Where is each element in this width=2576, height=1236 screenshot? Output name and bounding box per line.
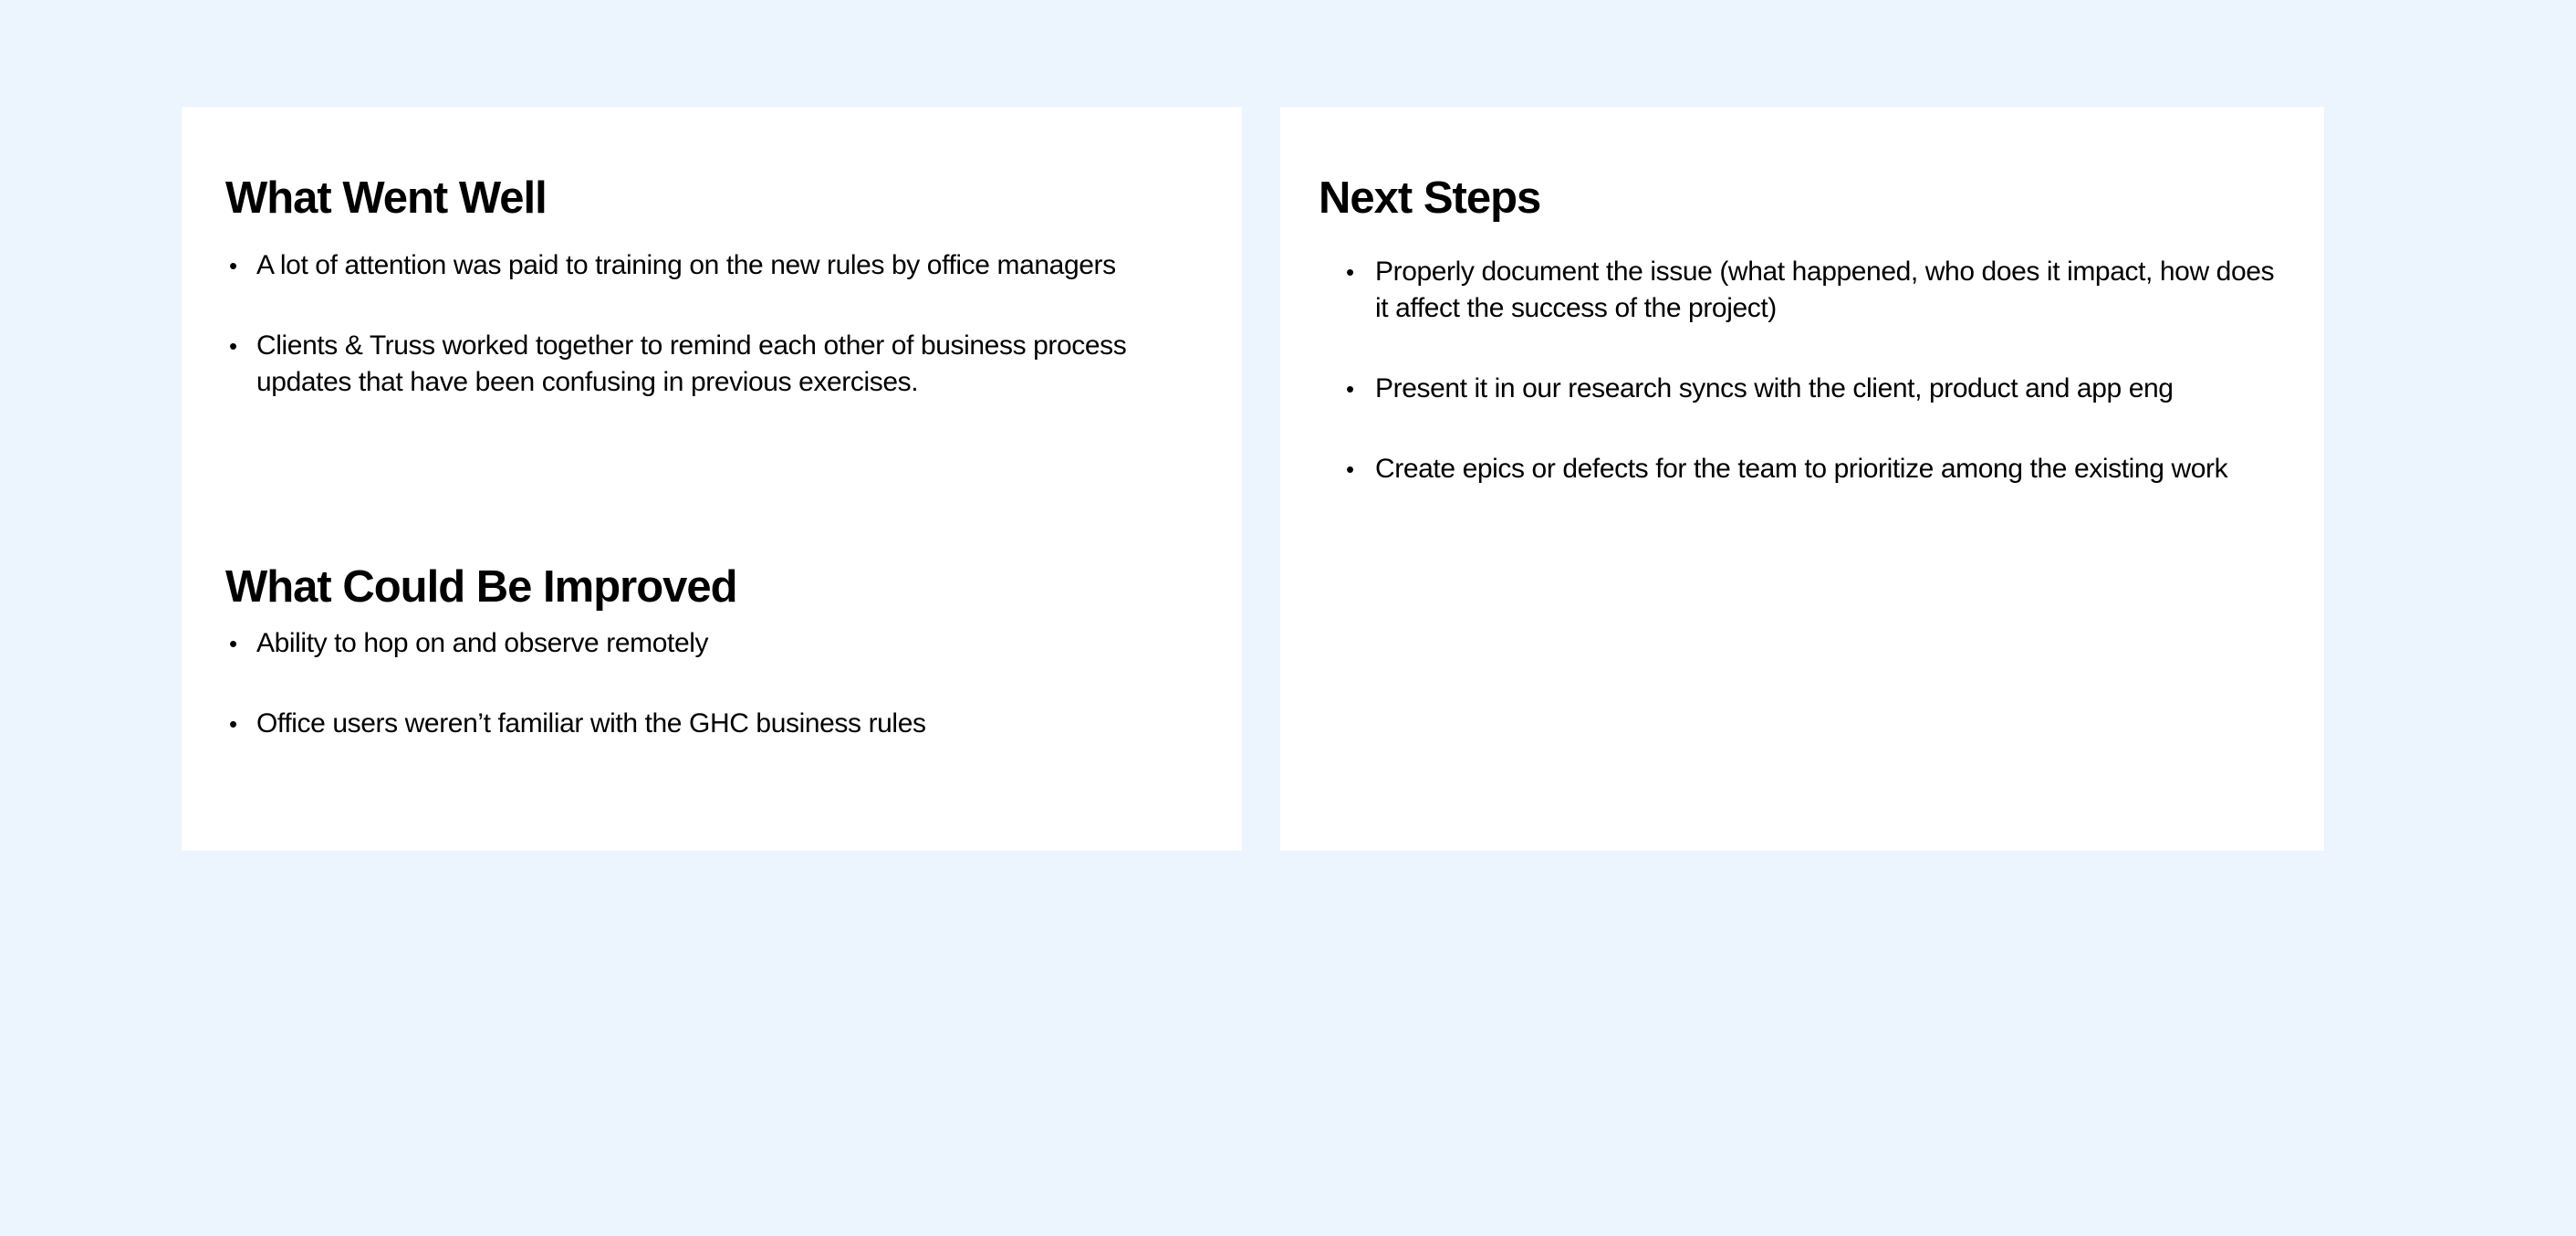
what-went-well-list: • A lot of attention was paid to training…	[225, 247, 1211, 401]
list-item-text: A lot of attention was paid to training …	[256, 250, 1116, 280]
next-steps-section: Next Steps • Properly document the issue …	[1319, 169, 2286, 487]
bullet-icon: •	[1346, 258, 1354, 286]
what-could-be-improved-list: • Ability to hop on and observe remotely …	[225, 625, 1211, 742]
what-could-be-improved-heading: What Could Be Improved	[225, 562, 738, 612]
bullet-icon: •	[1346, 456, 1354, 483]
list-item-text: Office users weren’t familiar with the G…	[256, 708, 926, 738]
next-steps-heading: Next Steps	[1319, 173, 1541, 223]
list-item-text: Create epics or defects for the team to …	[1375, 454, 2228, 484]
list-item: • Ability to hop on and observe remotely	[225, 625, 1211, 662]
list-item-text: Present it in our research syncs with th…	[1375, 373, 2174, 403]
list-item-text: Ability to hop on and observe remotely	[256, 628, 709, 658]
what-went-well-section: What Went Well • A lot of attention was p…	[225, 169, 1211, 401]
bullet-icon: •	[229, 630, 237, 657]
bullet-icon: •	[1346, 375, 1354, 403]
list-item: • Properly document the issue (what happe…	[1319, 254, 2286, 327]
what-could-be-improved-section: What Could Be Improved • Ability to hop o…	[225, 558, 1211, 742]
list-item: • Clients & Truss worked together to remi…	[225, 328, 1211, 401]
list-item: • A lot of attention was paid to training…	[225, 247, 1211, 284]
list-item-text: Clients & Truss worked together to remin…	[256, 330, 1127, 397]
next-steps-list: • Properly document the issue (what happe…	[1319, 254, 2286, 487]
bullet-icon: •	[229, 710, 237, 738]
retro-card-right: Next Steps • Properly document the issue …	[1280, 107, 2324, 851]
list-item: • Office users weren’t familiar with the …	[225, 706, 1211, 742]
bullet-icon: •	[229, 252, 237, 279]
bullet-icon: •	[229, 332, 237, 360]
list-item: • Present it in our research syncs with t…	[1319, 371, 2286, 407]
list-item: • Create epics or defects for the team to…	[1319, 451, 2286, 487]
retro-card-left: What Went Well • A lot of attention was p…	[182, 107, 1242, 851]
list-item-text: Properly document the issue (what happen…	[1375, 257, 2275, 323]
what-went-well-heading: What Went Well	[225, 173, 548, 223]
